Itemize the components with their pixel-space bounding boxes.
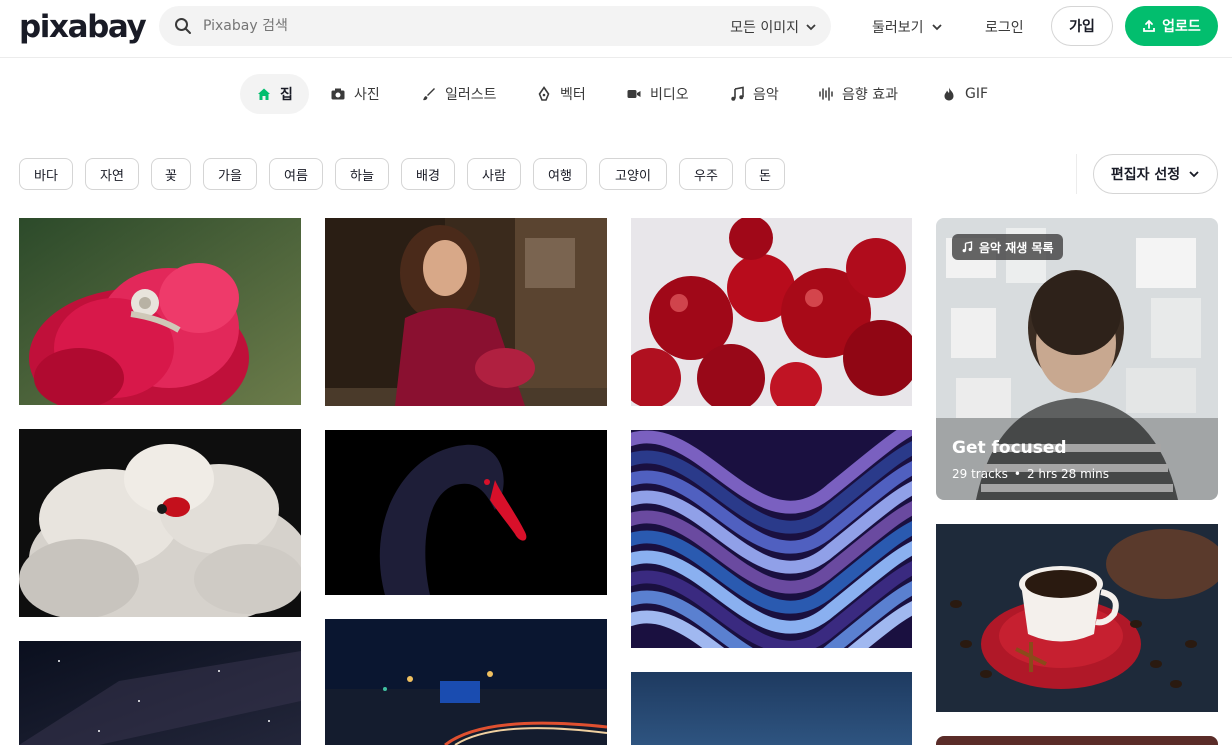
tab-label: 벡터	[560, 87, 586, 103]
tab-label: 음향 효과	[842, 87, 898, 103]
tab-gif[interactable]: GIF	[925, 74, 1004, 114]
search-bar[interactable]: 모든 이미지	[159, 6, 831, 46]
tag-chip[interactable]: 배경	[401, 158, 455, 190]
tab-label: 사진	[354, 87, 380, 103]
music-note-icon	[731, 86, 744, 101]
tag-chip[interactable]: 여름	[269, 158, 323, 190]
pen-nib-icon	[538, 86, 550, 101]
tag-chip[interactable]: 가을	[203, 158, 257, 190]
image-tile-woman-red-dress[interactable]	[325, 218, 607, 406]
media-type-tabs: 집 사진 일러스트 벡터 비디오 음악 음향 효과 GIF	[0, 74, 1232, 114]
pixabay-logo[interactable]: pixabay	[19, 7, 147, 47]
chevron-down-icon	[806, 24, 816, 31]
music-note-icon	[962, 241, 973, 253]
image-tile-partial[interactable]	[936, 736, 1218, 745]
tag-chip[interactable]: 꽃	[151, 158, 191, 190]
separator-dot: •	[1013, 467, 1021, 481]
image-tile-red-currants[interactable]	[631, 218, 912, 406]
tab-illustrations[interactable]: 일러스트	[405, 74, 513, 114]
tag-chip[interactable]: 자연	[85, 158, 139, 190]
tag-chip[interactable]: 돈	[745, 158, 785, 190]
search-type-label: 모든 이미지	[730, 20, 799, 36]
image-tile-blue-waves-abstract[interactable]	[631, 430, 912, 648]
flame-icon	[944, 87, 954, 101]
camera-icon	[331, 88, 345, 100]
editors-choice-label: 편집자 선정	[1110, 167, 1181, 183]
explore-label: 둘러보기	[872, 20, 924, 36]
image-tile-coffee-cup[interactable]	[936, 524, 1218, 712]
image-tile-night-sky-stars[interactable]	[19, 641, 301, 745]
search-input[interactable]	[203, 6, 703, 46]
tab-label: 일러스트	[445, 87, 497, 103]
image-tile-ocean-blue[interactable]	[631, 672, 912, 745]
chevron-down-icon	[931, 24, 942, 31]
search-type-dropdown[interactable]: 모든 이미지	[730, 17, 817, 37]
top-header: pixabay 모든 이미지 둘러보기 로그인 가입 업로드	[0, 0, 1232, 58]
tag-chip[interactable]: 바다	[19, 158, 73, 190]
music-playlist-card[interactable]: 음악 재생 목록 Get focused 29 tracks • 2 hrs 2…	[936, 218, 1218, 500]
playlist-badge: 음악 재생 목록	[952, 234, 1063, 260]
login-link[interactable]: 로그인	[985, 17, 1024, 37]
tab-sound-effects[interactable]: 음향 효과	[802, 74, 914, 114]
image-tile-pink-flower-snail[interactable]	[19, 218, 301, 405]
image-tile-white-flower-ladybug[interactable]	[19, 429, 301, 617]
playlist-track-count: 29 tracks	[952, 467, 1008, 481]
video-icon	[627, 90, 641, 98]
image-tile-city-highway-night[interactable]	[325, 619, 607, 745]
playlist-duration: 2 hrs 28 mins	[1026, 467, 1109, 481]
tags-divider	[1076, 154, 1077, 194]
image-tile-black-swan[interactable]	[325, 430, 607, 595]
upload-icon	[1143, 19, 1156, 32]
tab-label: 비디오	[650, 87, 689, 103]
chevron-down-icon	[1189, 171, 1199, 178]
upload-button[interactable]: 업로드	[1125, 6, 1218, 46]
tag-chip[interactable]: 여행	[533, 158, 587, 190]
tag-chip[interactable]: 우주	[679, 158, 733, 190]
home-icon	[258, 88, 270, 100]
tag-chip[interactable]: 사람	[467, 158, 521, 190]
tab-music[interactable]: 음악	[713, 74, 795, 114]
tag-chip[interactable]: 하늘	[335, 158, 389, 190]
brush-icon	[423, 88, 435, 101]
waveform-icon	[819, 87, 833, 101]
editors-choice-dropdown[interactable]: 편집자 선정	[1093, 154, 1218, 194]
playlist-title: Get focused	[952, 438, 1067, 458]
tab-label: 음악	[753, 87, 779, 103]
tab-photos[interactable]: 사진	[314, 74, 396, 114]
join-button[interactable]: 가입	[1051, 6, 1113, 46]
tab-home[interactable]: 집	[240, 74, 309, 114]
playlist-badge-label: 음악 재생 목록	[979, 240, 1054, 255]
upload-label: 업로드	[1162, 19, 1201, 35]
tab-vectors[interactable]: 벡터	[520, 74, 602, 114]
playlist-meta: 29 tracks • 2 hrs 28 mins	[952, 467, 1109, 481]
tab-label: GIF	[965, 86, 989, 102]
search-icon	[175, 18, 191, 34]
tab-label: 집	[280, 87, 293, 103]
tag-chip[interactable]: 고양이	[599, 158, 667, 190]
tab-videos[interactable]: 비디오	[610, 74, 705, 114]
explore-menu[interactable]: 둘러보기	[872, 17, 943, 37]
